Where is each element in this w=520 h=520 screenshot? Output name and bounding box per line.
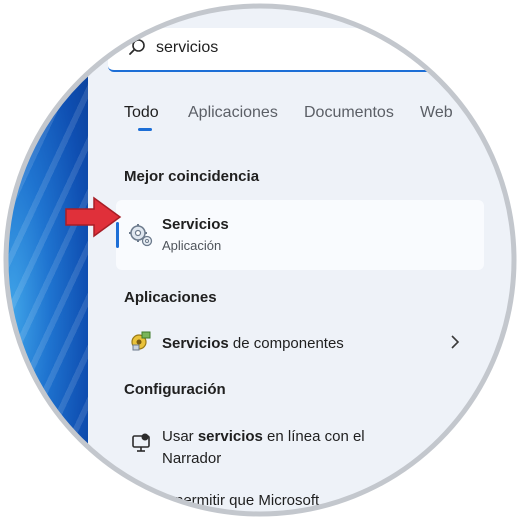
chevron-right-icon[interactable] [450, 334, 460, 350]
narrator-result-line1[interactable]: Usar servicios en línea con el [162, 428, 365, 445]
apps-heading: Aplicaciones [124, 289, 217, 306]
active-tab-indicator [138, 128, 152, 131]
settings-heading: Configuración [124, 381, 226, 398]
best-match-title: Servicios [162, 216, 229, 233]
component-services-bold: Servicios [162, 335, 229, 352]
narrator-pre: Usar [162, 428, 198, 445]
best-match-result[interactable] [116, 200, 484, 270]
component-services-rest: de componentes [228, 335, 344, 352]
tab-web[interactable]: Web [420, 104, 453, 122]
best-match-heading: Mejor coincidencia [124, 168, 260, 185]
narrator-bold: servicios [197, 428, 263, 445]
component-services-result[interactable]: Servicios de componentes [162, 335, 344, 352]
search-query: servicios [156, 39, 219, 56]
best-match-subtitle: Aplicación [162, 238, 222, 253]
tab-documentos[interactable]: Documentos [304, 104, 394, 122]
narrator-icon [132, 433, 150, 452]
partial-result-text[interactable]: permitir que Microsoft [175, 492, 319, 509]
search-icon [129, 39, 145, 55]
tab-todo[interactable]: Todo [124, 104, 159, 122]
search-input[interactable]: servicios [108, 28, 438, 72]
desktop-wallpaper [4, 4, 88, 516]
red-pointer-arrow-icon [65, 196, 122, 238]
tab-aplicaciones[interactable]: Aplicaciones [188, 104, 278, 122]
narrator-result-line2: Narrador [162, 450, 222, 467]
narrator-post: en línea con el [262, 428, 365, 445]
component-services-icon [131, 331, 151, 351]
services-gear-icon [129, 224, 153, 247]
